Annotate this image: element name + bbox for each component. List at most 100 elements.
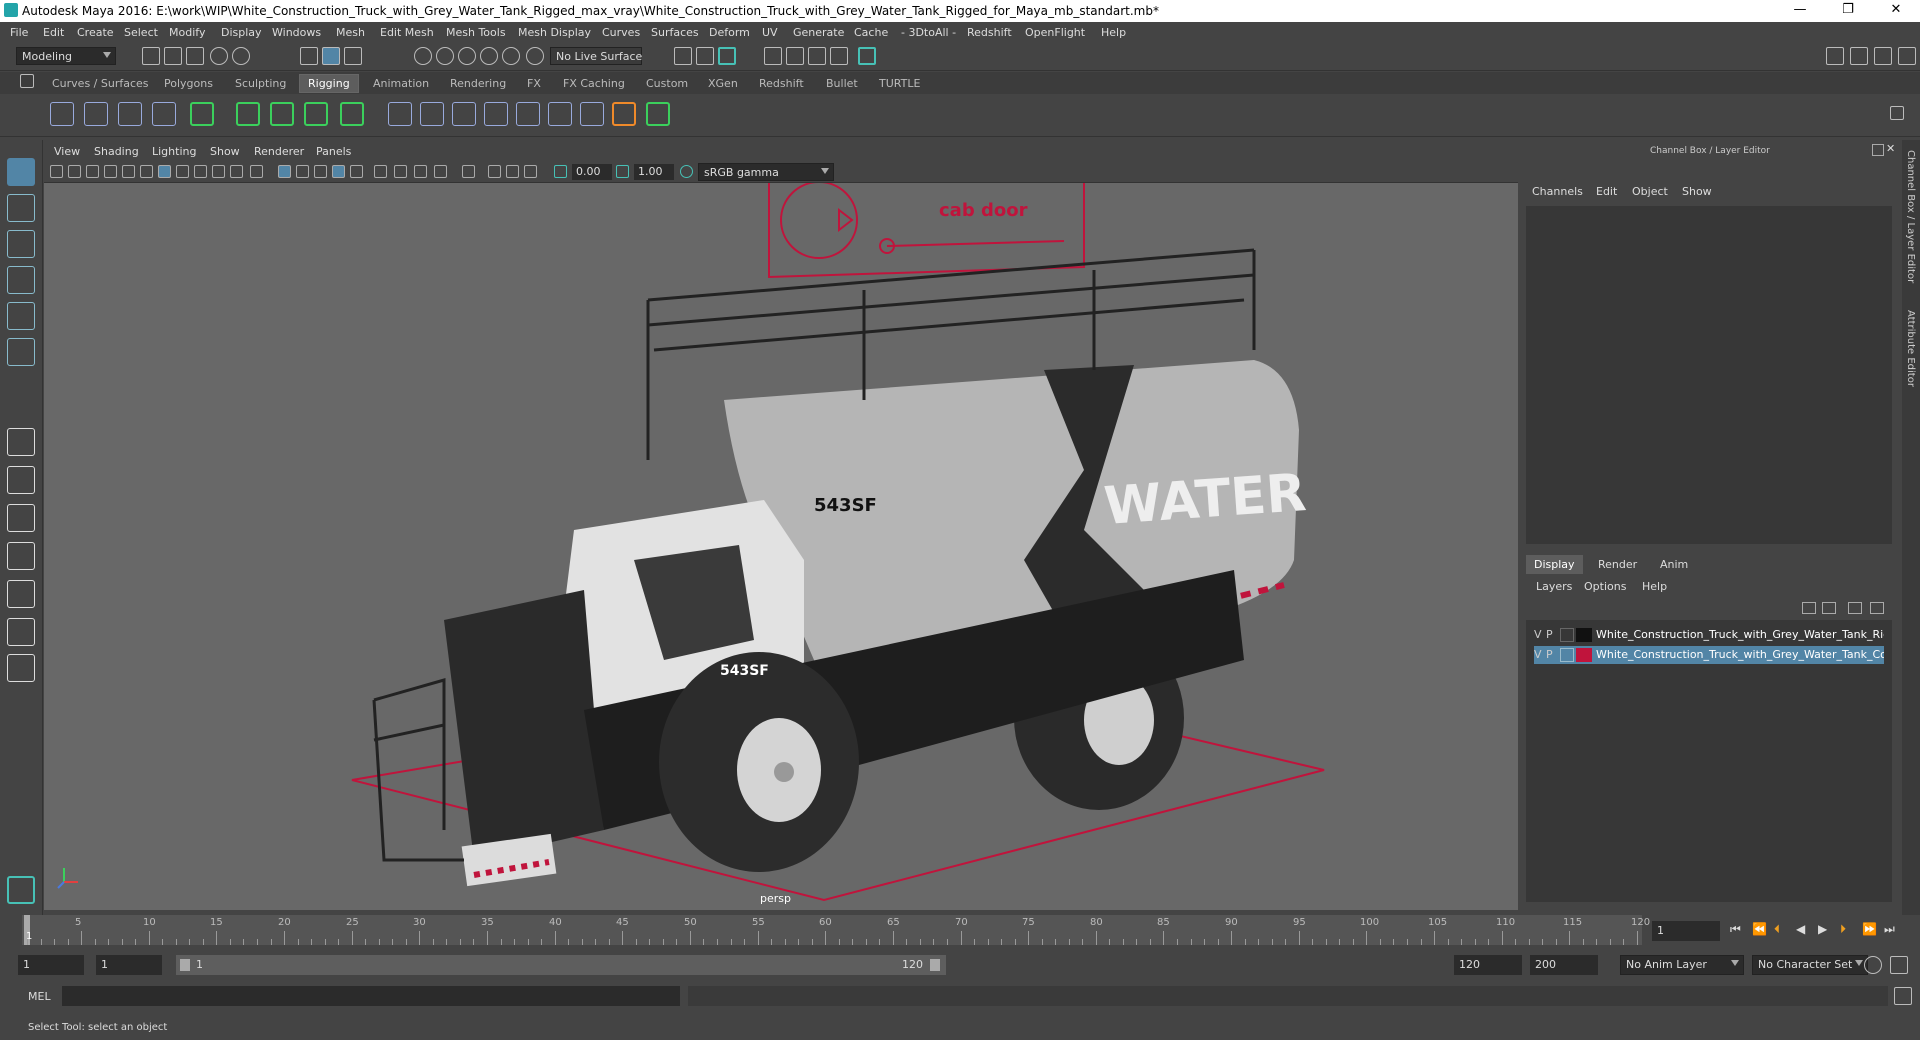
play-backward-icon[interactable]: ◀ — [1796, 922, 1805, 936]
tab-bullet[interactable]: Bullet — [826, 77, 858, 90]
cb-menu-edit[interactable]: Edit — [1596, 185, 1617, 198]
open-scene-icon[interactable] — [164, 47, 182, 65]
layer-row[interactable]: V P White_Construction_Truck_with_Grey_W… — [1534, 626, 1884, 644]
select-by-component-icon[interactable] — [344, 47, 362, 65]
mode-selector[interactable]: Modeling — [16, 47, 116, 65]
side-tab-channel-box[interactable]: Channel Box / Layer Editor — [1905, 150, 1916, 283]
collapse-toolbox-icon[interactable] — [7, 654, 35, 682]
vp-menu-view[interactable]: View — [54, 145, 80, 158]
lasso-tool-icon[interactable] — [7, 194, 35, 222]
layer-menu-options[interactable]: Options — [1584, 580, 1626, 593]
persp-outliner-view-icon[interactable] — [7, 580, 35, 608]
layer-name[interactable]: White_Construction_Truck_with_Grey_Water… — [1596, 628, 1884, 641]
persp-graph-view-icon[interactable] — [7, 542, 35, 570]
vp-menu-panels[interactable]: Panels — [316, 145, 351, 158]
xray-active-icon[interactable] — [506, 165, 519, 178]
animation-preferences-icon[interactable] — [1890, 956, 1908, 974]
paint-select-tool-icon[interactable] — [7, 230, 35, 258]
use-all-lights-icon[interactable] — [332, 165, 345, 178]
range-handle-start[interactable] — [180, 959, 190, 971]
tab-fx-caching[interactable]: FX Caching — [563, 77, 625, 90]
auto-key-icon[interactable] — [1864, 956, 1882, 974]
layer-tab-display[interactable]: Display — [1526, 555, 1583, 574]
menu-curves[interactable]: Curves — [602, 26, 640, 39]
snap-view-plane-icon[interactable] — [480, 47, 498, 65]
anim-layer-dropdown[interactable]: No Anim Layer — [1620, 955, 1744, 975]
parent-constraint-icon[interactable] — [548, 102, 572, 126]
orient-constraint-icon[interactable] — [484, 102, 508, 126]
start-time-field[interactable]: 1 — [18, 955, 84, 975]
menu-windows[interactable]: Windows — [272, 26, 321, 39]
bookmark-icon[interactable] — [86, 165, 99, 178]
camera-attributes-icon[interactable] — [68, 165, 81, 178]
gate-mask-icon[interactable] — [230, 165, 243, 178]
tab-rigging[interactable]: Rigging — [299, 74, 359, 93]
shadows-icon[interactable] — [350, 165, 363, 178]
menu-display[interactable]: Display — [221, 26, 262, 39]
cab-door-controller[interactable] — [768, 180, 1085, 279]
resolution-gate-icon[interactable] — [140, 165, 153, 178]
undo-icon[interactable] — [210, 47, 228, 65]
time-ruler[interactable]: 1 5 10 15 20 25 30 35 40 45 50 55 60 65 70 75 80 85 90 95 1… — [22, 915, 1650, 945]
colorspace-dropdown[interactable]: sRGB gamma — [698, 163, 834, 181]
menu-3dtoall[interactable]: - 3DtoAll - — [901, 26, 956, 39]
snap-curve-icon[interactable] — [436, 47, 454, 65]
tab-curves-surfaces[interactable]: Curves / Surfaces — [52, 77, 149, 90]
ambient-occlusion-icon[interactable] — [374, 165, 387, 178]
cb-menu-object[interactable]: Object — [1632, 185, 1668, 198]
grid-icon[interactable] — [158, 165, 171, 178]
construction-history-icon[interactable] — [718, 47, 736, 65]
menu-mesh[interactable]: Mesh — [336, 26, 365, 39]
tab-redshift[interactable]: Redshift — [759, 77, 804, 90]
exposure-icon[interactable] — [554, 165, 567, 178]
menu-openflight[interactable]: OpenFlight — [1025, 26, 1085, 39]
exposure-field[interactable]: 0.00 — [572, 164, 612, 180]
wireframe-icon[interactable] — [250, 165, 263, 178]
single-view-icon[interactable] — [7, 428, 35, 456]
step-back-key-icon[interactable]: ⏪ — [1752, 922, 1767, 936]
attribute-editor-toggle-icon[interactable] — [1874, 47, 1892, 65]
cb-menu-channels[interactable]: Channels — [1532, 185, 1583, 198]
tab-fx[interactable]: FX — [527, 77, 541, 90]
step-back-frame-icon[interactable]: ⏴ — [1774, 922, 1780, 937]
textured-icon[interactable] — [314, 165, 327, 178]
playback-start-field[interactable]: 1 — [96, 955, 162, 975]
move-tool-icon[interactable] — [7, 266, 35, 294]
layer-row[interactable]: V P White_Construction_Truck_with_Grey_W… — [1534, 646, 1884, 664]
save-scene-icon[interactable] — [186, 47, 204, 65]
depth-of-field-icon[interactable] — [434, 165, 447, 178]
shelf-menu-icon[interactable] — [20, 74, 34, 88]
image-plane-icon[interactable] — [104, 165, 117, 178]
new-layer-icon[interactable] — [1848, 602, 1862, 614]
xray-icon[interactable] — [488, 165, 501, 178]
current-frame-field[interactable]: 1 — [1652, 921, 1720, 941]
new-layer-selected-icon[interactable] — [1870, 602, 1884, 614]
insert-joint-icon[interactable] — [84, 102, 108, 126]
workspace-icon[interactable] — [1826, 47, 1844, 65]
tab-sculpting[interactable]: Sculpting — [235, 77, 286, 90]
menu-file[interactable]: File — [10, 26, 28, 39]
mel-input[interactable] — [62, 986, 680, 1006]
ik-spline-icon[interactable] — [152, 102, 176, 126]
live-surface-field[interactable]: No Live Surface — [550, 47, 642, 65]
layer-tab-render[interactable]: Render — [1598, 558, 1637, 571]
select-camera-icon[interactable] — [50, 165, 63, 178]
cb-menu-show[interactable]: Show — [1682, 185, 1712, 198]
snap-grid-icon[interactable] — [414, 47, 432, 65]
layer-playback[interactable]: P — [1546, 628, 1553, 641]
layer-color-swatch[interactable] — [1576, 628, 1592, 642]
gamma-icon[interactable] — [616, 165, 629, 178]
vp-menu-shading[interactable]: Shading — [94, 145, 139, 158]
ipr-render-icon[interactable] — [808, 47, 826, 65]
tab-polygons[interactable]: Polygons — [164, 77, 213, 90]
paint-weights-icon[interactable] — [388, 102, 412, 126]
gamma-field[interactable]: 1.00 — [634, 164, 674, 180]
step-forward-key-icon[interactable]: ⏩ — [1862, 922, 1877, 936]
layer-color-swatch[interactable] — [1576, 648, 1592, 662]
tab-animation[interactable]: Animation — [373, 77, 429, 90]
go-to-end-icon[interactable]: ⏭ — [1884, 922, 1895, 937]
playback-end-field[interactable]: 120 — [1454, 955, 1522, 975]
cluster-icon[interactable] — [340, 102, 364, 126]
new-scene-icon[interactable] — [142, 47, 160, 65]
viewport-persp[interactable]: cab door WATER 543SF 543SF persp — [44, 140, 1518, 910]
